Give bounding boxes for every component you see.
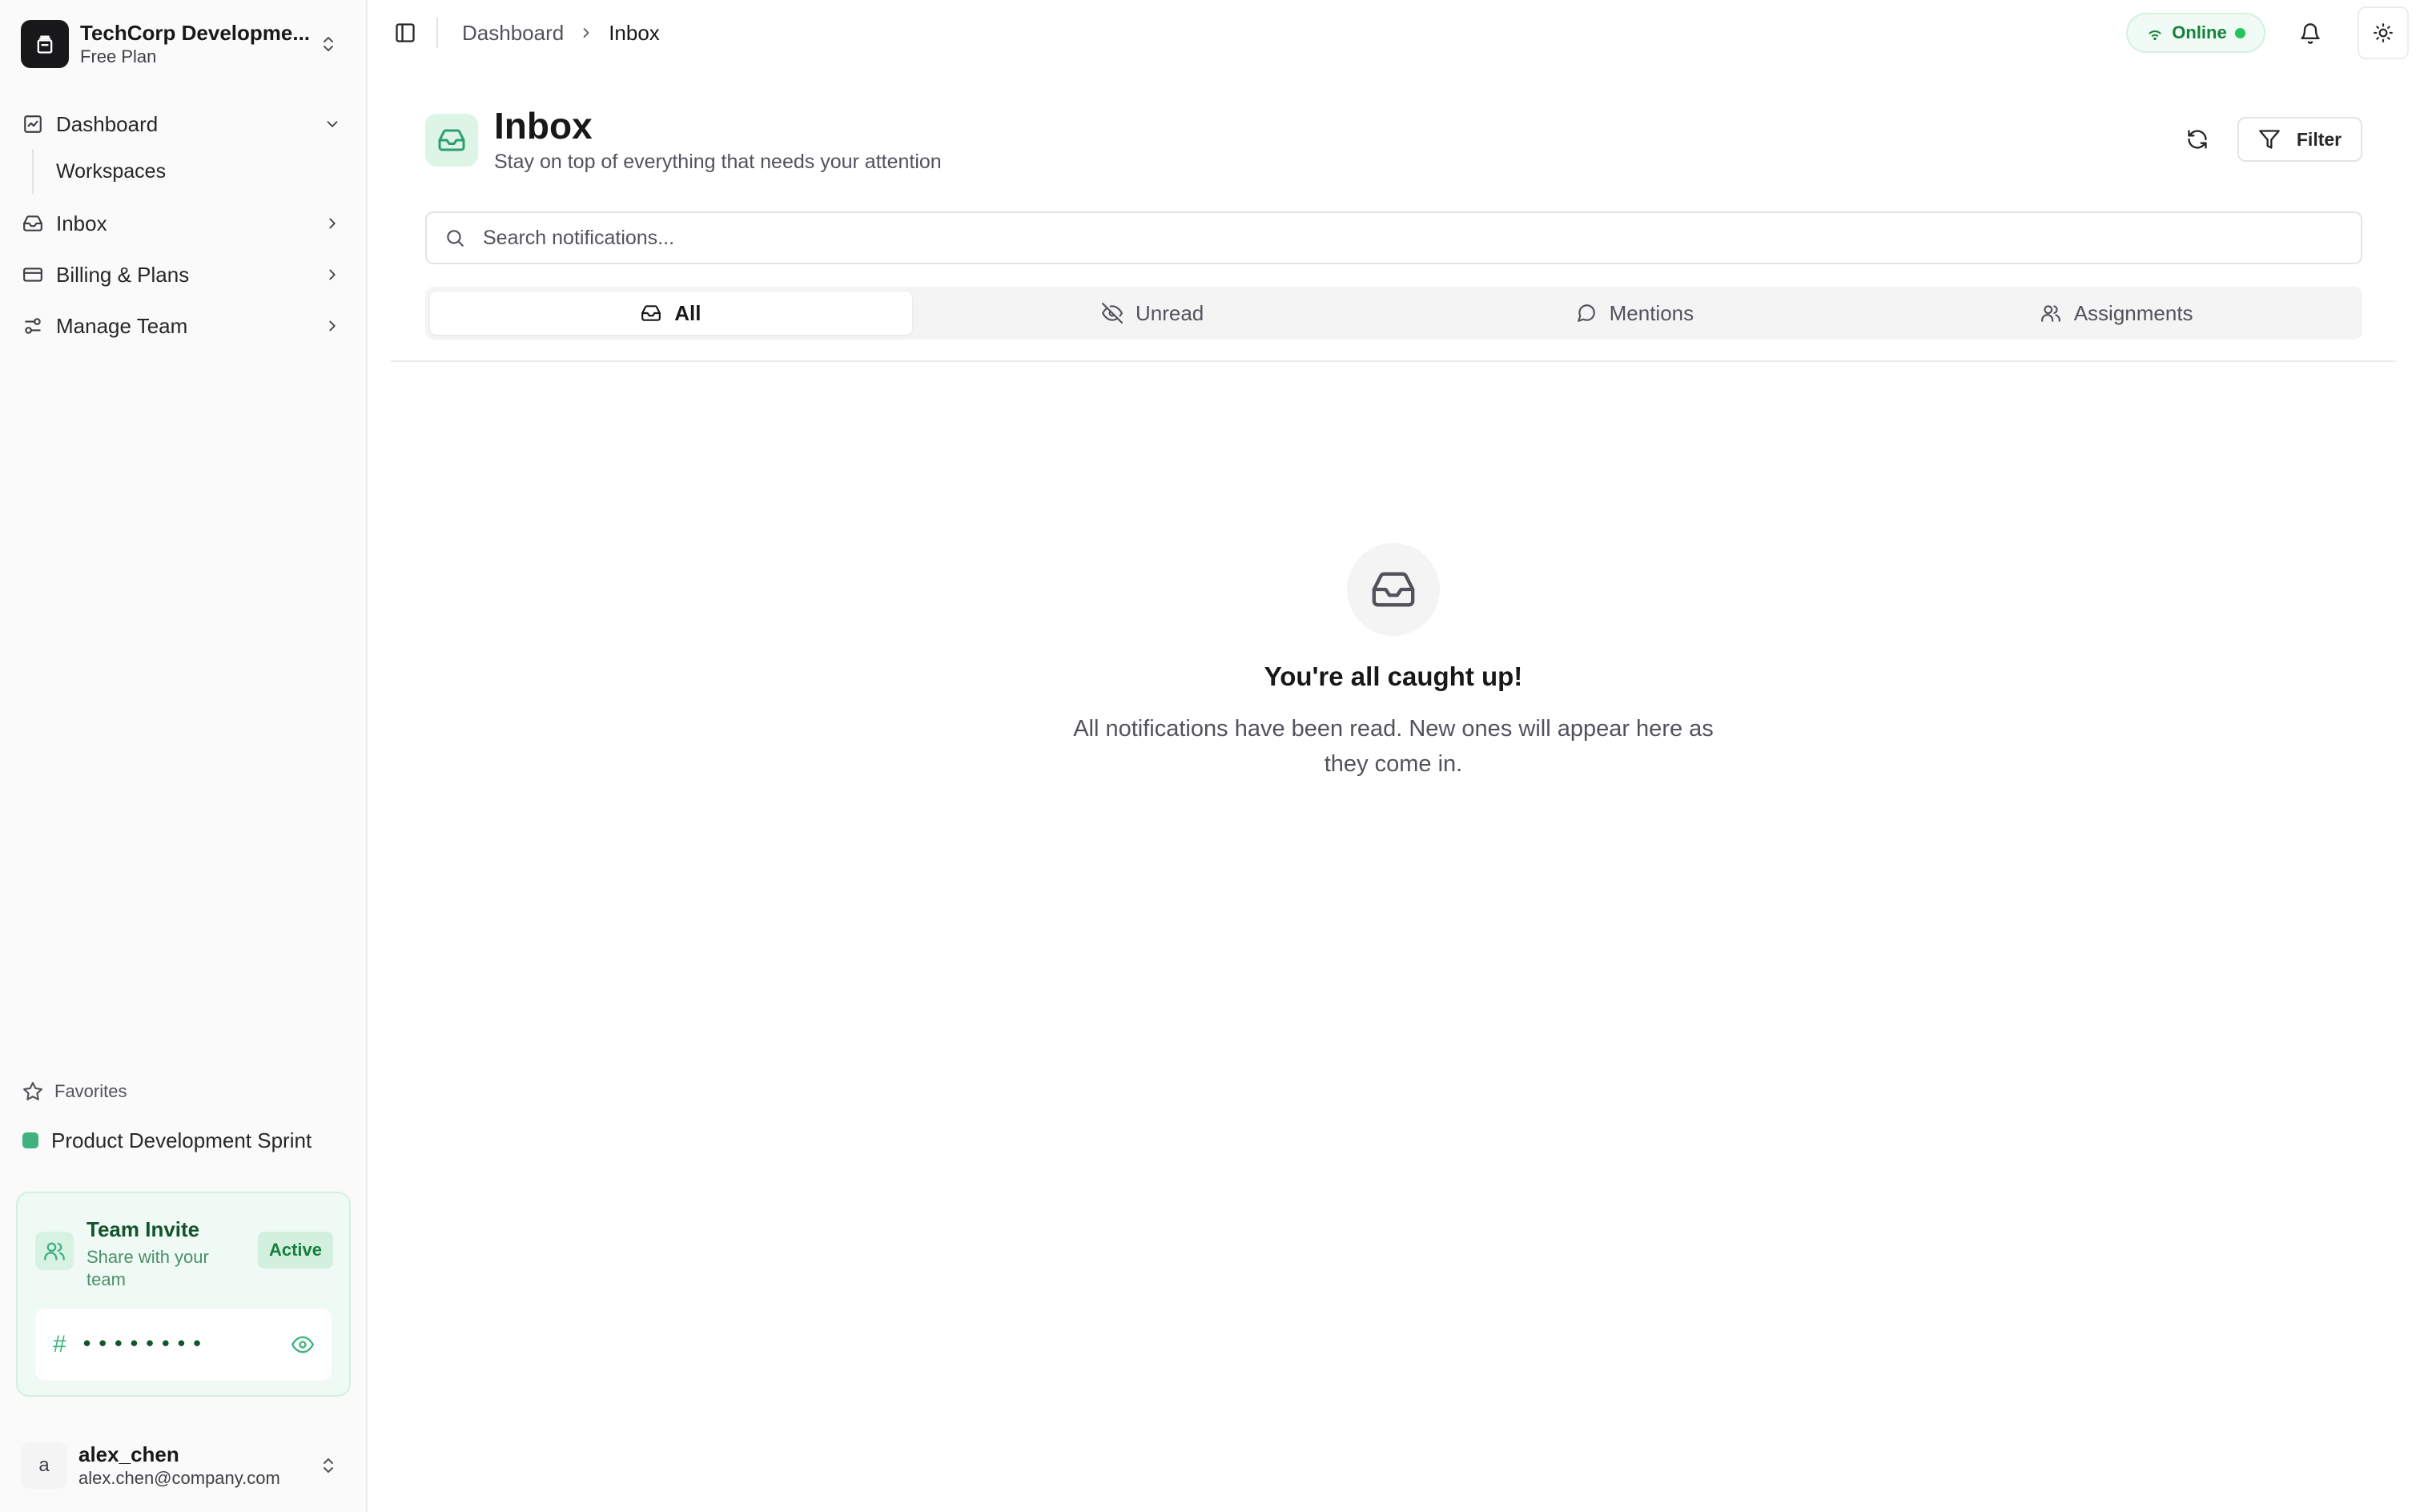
bell-icon — [2301, 23, 2320, 44]
favorites-label: Favorites — [54, 1081, 127, 1101]
message-circle-icon — [1577, 304, 1595, 322]
breadcrumb: Dashboard Inbox — [462, 19, 660, 46]
chevron-right-icon — [329, 320, 336, 332]
sidebar-item-inbox[interactable]: Inbox — [13, 200, 352, 247]
panel-left-icon — [396, 23, 415, 42]
empty-state-icon-circle — [1347, 543, 1440, 636]
empty-state-title: You're all caught up! — [1264, 662, 1523, 691]
credit-card-icon — [23, 267, 42, 282]
invite-code-masked: •••••••• — [80, 1333, 207, 1357]
invite-users-icon-box — [35, 1232, 74, 1270]
invite-code-field[interactable]: # •••••••• — [35, 1309, 332, 1381]
online-status-label: Online — [2172, 22, 2227, 42]
favorite-color-dot — [22, 1132, 38, 1148]
tab-label: Assignments — [2073, 300, 2193, 325]
refresh-button[interactable] — [2178, 120, 2217, 159]
status-badge: Active — [257, 1232, 333, 1269]
sidebar-nav: Dashboard Workspaces Inbox Billing & Pla… — [13, 101, 352, 354]
invite-subtitle: Share with your team — [86, 1247, 209, 1289]
tab-mentions[interactable]: Mentions — [1394, 292, 1876, 335]
inbox-icon — [641, 305, 661, 321]
eye-icon[interactable] — [291, 1333, 314, 1356]
org-plan: Free Plan — [80, 46, 157, 66]
theme-toggle-button[interactable] — [2358, 6, 2409, 59]
sidebar: TechCorp Developme... Free Plan Dashboar… — [0, 0, 368, 1512]
breadcrumb-dashboard[interactable]: Dashboard — [462, 21, 564, 46]
tab-all[interactable]: All — [430, 292, 912, 335]
avatar: a — [21, 1442, 67, 1489]
search-input[interactable] — [483, 226, 2361, 250]
user-menu[interactable]: a alex_chen alex.chen@company.com — [13, 1434, 352, 1498]
team-invite-card: Team Invite Share with your team Active … — [16, 1192, 351, 1397]
sidebar-item-label: Billing & Plans — [56, 262, 190, 287]
sun-icon — [2374, 23, 2393, 42]
topbar-divider — [436, 18, 438, 48]
dashboard-subnav: Workspaces — [32, 149, 352, 194]
sidebar-item-manage-team[interactable]: Manage Team — [13, 303, 352, 349]
chevron-up-down-icon — [324, 1458, 333, 1473]
sidebar-item-label: Manage Team — [56, 313, 188, 338]
favorites-header: Favorites — [22, 1081, 127, 1102]
inbox-icon — [438, 129, 465, 151]
notifications-button[interactable] — [2293, 16, 2328, 51]
page-icon-box — [425, 114, 478, 167]
eye-off-icon — [1101, 303, 1123, 324]
favorite-label: Product Development Sprint — [51, 1128, 312, 1152]
filter-button[interactable]: Filter — [2237, 117, 2362, 162]
filter-icon — [2259, 130, 2280, 149]
filter-label: Filter — [2296, 128, 2342, 150]
page-subtitle: Stay on top of everything that needs you… — [494, 151, 942, 173]
chevron-right-icon — [583, 28, 589, 38]
sidebar-item-workspaces[interactable]: Workspaces — [45, 149, 352, 194]
content-divider — [391, 360, 2396, 362]
sidebar-item-label: Dashboard — [56, 111, 159, 136]
tab-label: Mentions — [1609, 300, 1694, 325]
chevron-right-icon — [329, 269, 336, 280]
search-icon — [447, 230, 464, 247]
empty-state-description: All notifications have been read. New on… — [1073, 716, 1714, 777]
users-icon — [2040, 305, 2060, 322]
inbox-icon — [1372, 572, 1415, 607]
sidebar-toggle-button[interactable] — [392, 19, 419, 46]
chevron-up-down-icon — [324, 37, 333, 51]
building-icon — [37, 35, 53, 54]
sliders-icon — [25, 318, 41, 334]
tab-label: All — [674, 300, 701, 325]
org-logo — [21, 20, 69, 68]
sidebar-item-billing[interactable]: Billing & Plans — [13, 251, 352, 298]
users-icon — [44, 1242, 65, 1261]
chevron-right-icon — [329, 218, 336, 229]
online-status-badge: Online — [2126, 13, 2265, 53]
refresh-icon — [2188, 130, 2207, 149]
favorite-item[interactable]: Product Development Sprint — [13, 1120, 352, 1161]
breadcrumb-current: Inbox — [609, 20, 660, 45]
invite-title: Team Invite — [86, 1217, 200, 1241]
wifi-icon — [2149, 30, 2161, 41]
chevron-down-icon — [327, 121, 338, 127]
search-bar — [425, 211, 2362, 264]
sidebar-item-dashboard[interactable]: Dashboard — [13, 101, 352, 147]
hash-icon: # — [53, 1331, 66, 1357]
online-dot — [2234, 27, 2245, 38]
topbar: Dashboard Inbox Online — [368, 0, 2420, 66]
org-name: TechCorp Developme... — [80, 21, 311, 45]
tab-assignments[interactable]: Assignments — [1875, 292, 2358, 335]
inbox-tabs: All Unread Mentions Assignments — [425, 287, 2362, 340]
user-email: alex.chen@company.com — [78, 1468, 280, 1488]
page-title: Inbox — [494, 105, 593, 147]
dashboard-icon — [24, 115, 42, 133]
sidebar-item-label: Inbox — [56, 211, 107, 235]
user-name: alex_chen — [78, 1442, 179, 1466]
tab-label: Unread — [1135, 300, 1204, 325]
tab-unread[interactable]: Unread — [912, 292, 1394, 335]
inbox-icon — [23, 215, 42, 231]
org-switcher[interactable]: TechCorp Developme... Free Plan — [13, 11, 352, 77]
star-icon — [23, 1082, 42, 1100]
